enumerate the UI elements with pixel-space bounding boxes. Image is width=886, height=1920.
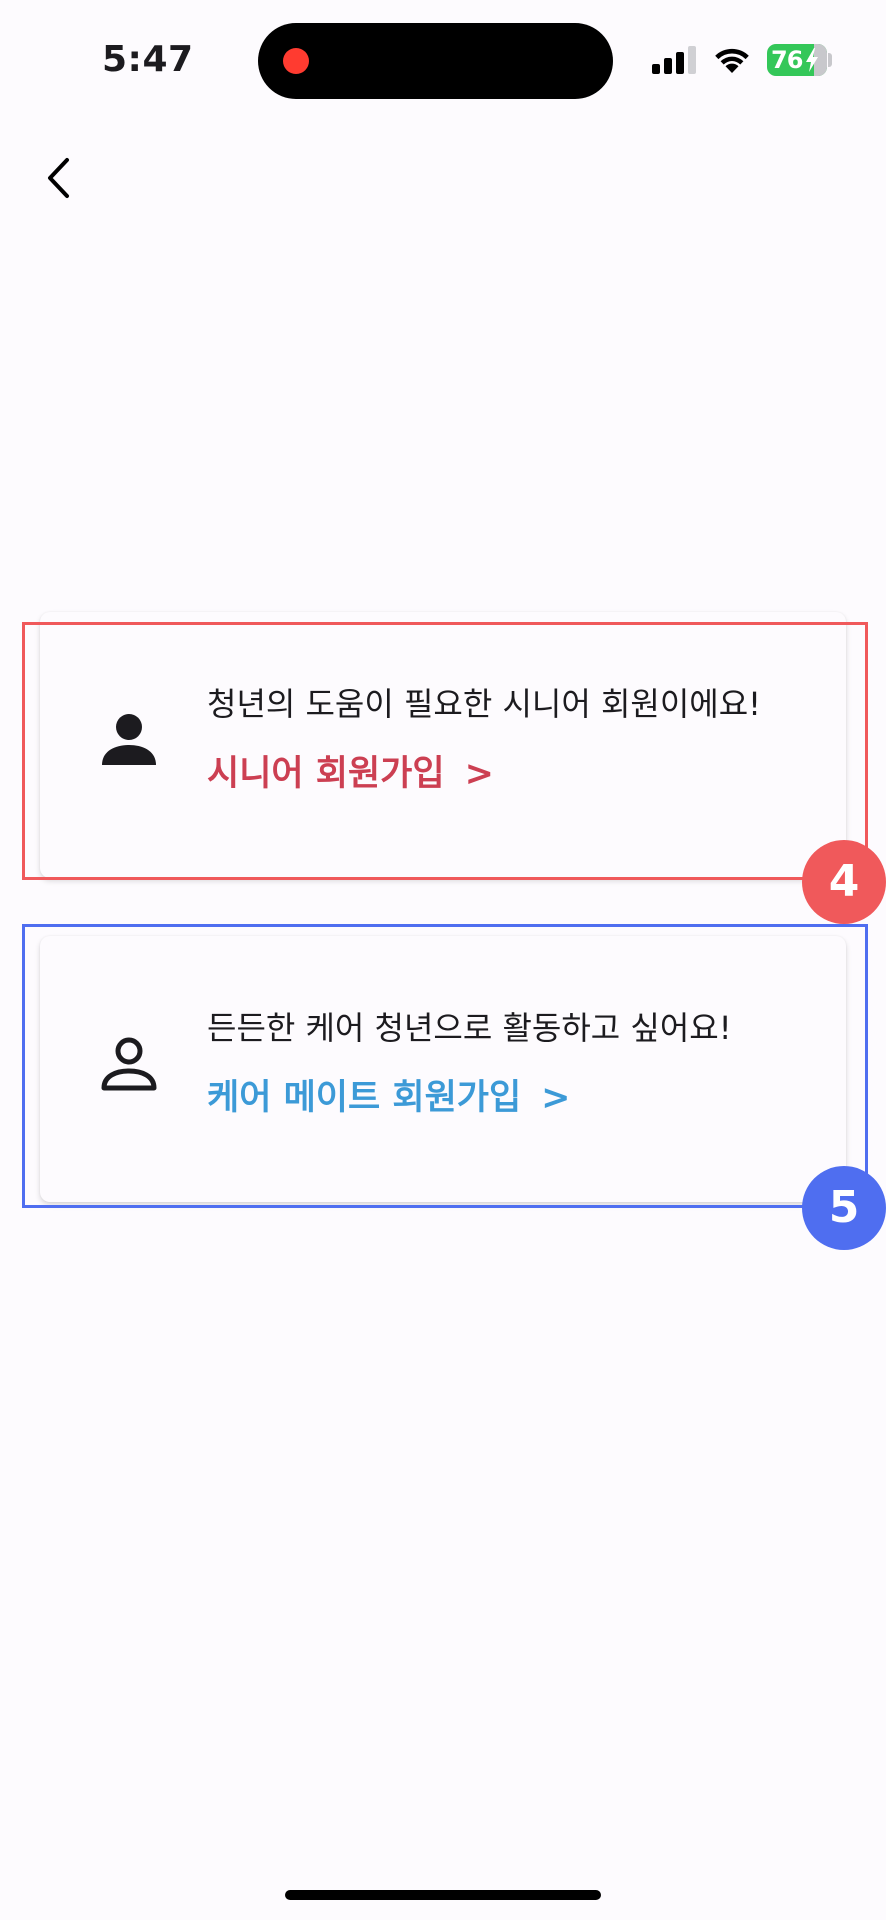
senior-description: 청년의 도움이 필요한 시니어 회원이에요! xyxy=(207,685,761,723)
chevron-left-icon xyxy=(48,158,69,198)
person-outline-icon xyxy=(101,1037,157,1091)
battery-icon: 76 xyxy=(767,44,827,76)
care-mate-signup-link[interactable]: 케어 메이트 회원가입 > xyxy=(207,1074,571,1122)
charging-bolt-icon xyxy=(806,48,818,72)
status-time: 5:47 xyxy=(102,39,194,80)
senior-signup-card[interactable]: 청년의 도움이 필요한 시니어 회원이에요! 시니어 회원가입 > xyxy=(40,612,846,878)
chevron-right-icon: > xyxy=(541,1078,571,1118)
care-mate-signup-card[interactable]: 든든한 케어 청년으로 활동하고 싶어요! 케어 메이트 회원가입 > xyxy=(40,936,846,1202)
battery-level: 76 xyxy=(771,46,803,74)
care-mate-signup-label: 케어 메이트 회원가입 xyxy=(207,1078,522,1118)
senior-signup-label: 시니어 회원가입 xyxy=(207,754,445,794)
chevron-right-icon: > xyxy=(464,754,494,794)
cellular-signal-icon xyxy=(652,46,696,74)
dynamic-island xyxy=(258,23,613,99)
senior-signup-link[interactable]: 시니어 회원가입 > xyxy=(207,750,494,798)
wifi-icon xyxy=(715,48,749,73)
home-indicator[interactable] xyxy=(285,1890,601,1900)
care-mate-description: 든든한 케어 청년으로 활동하고 싶어요! xyxy=(207,1009,732,1047)
back-button[interactable] xyxy=(30,148,86,208)
battery-cap xyxy=(828,53,832,67)
recording-indicator-icon xyxy=(283,48,309,74)
person-filled-icon xyxy=(102,714,156,765)
